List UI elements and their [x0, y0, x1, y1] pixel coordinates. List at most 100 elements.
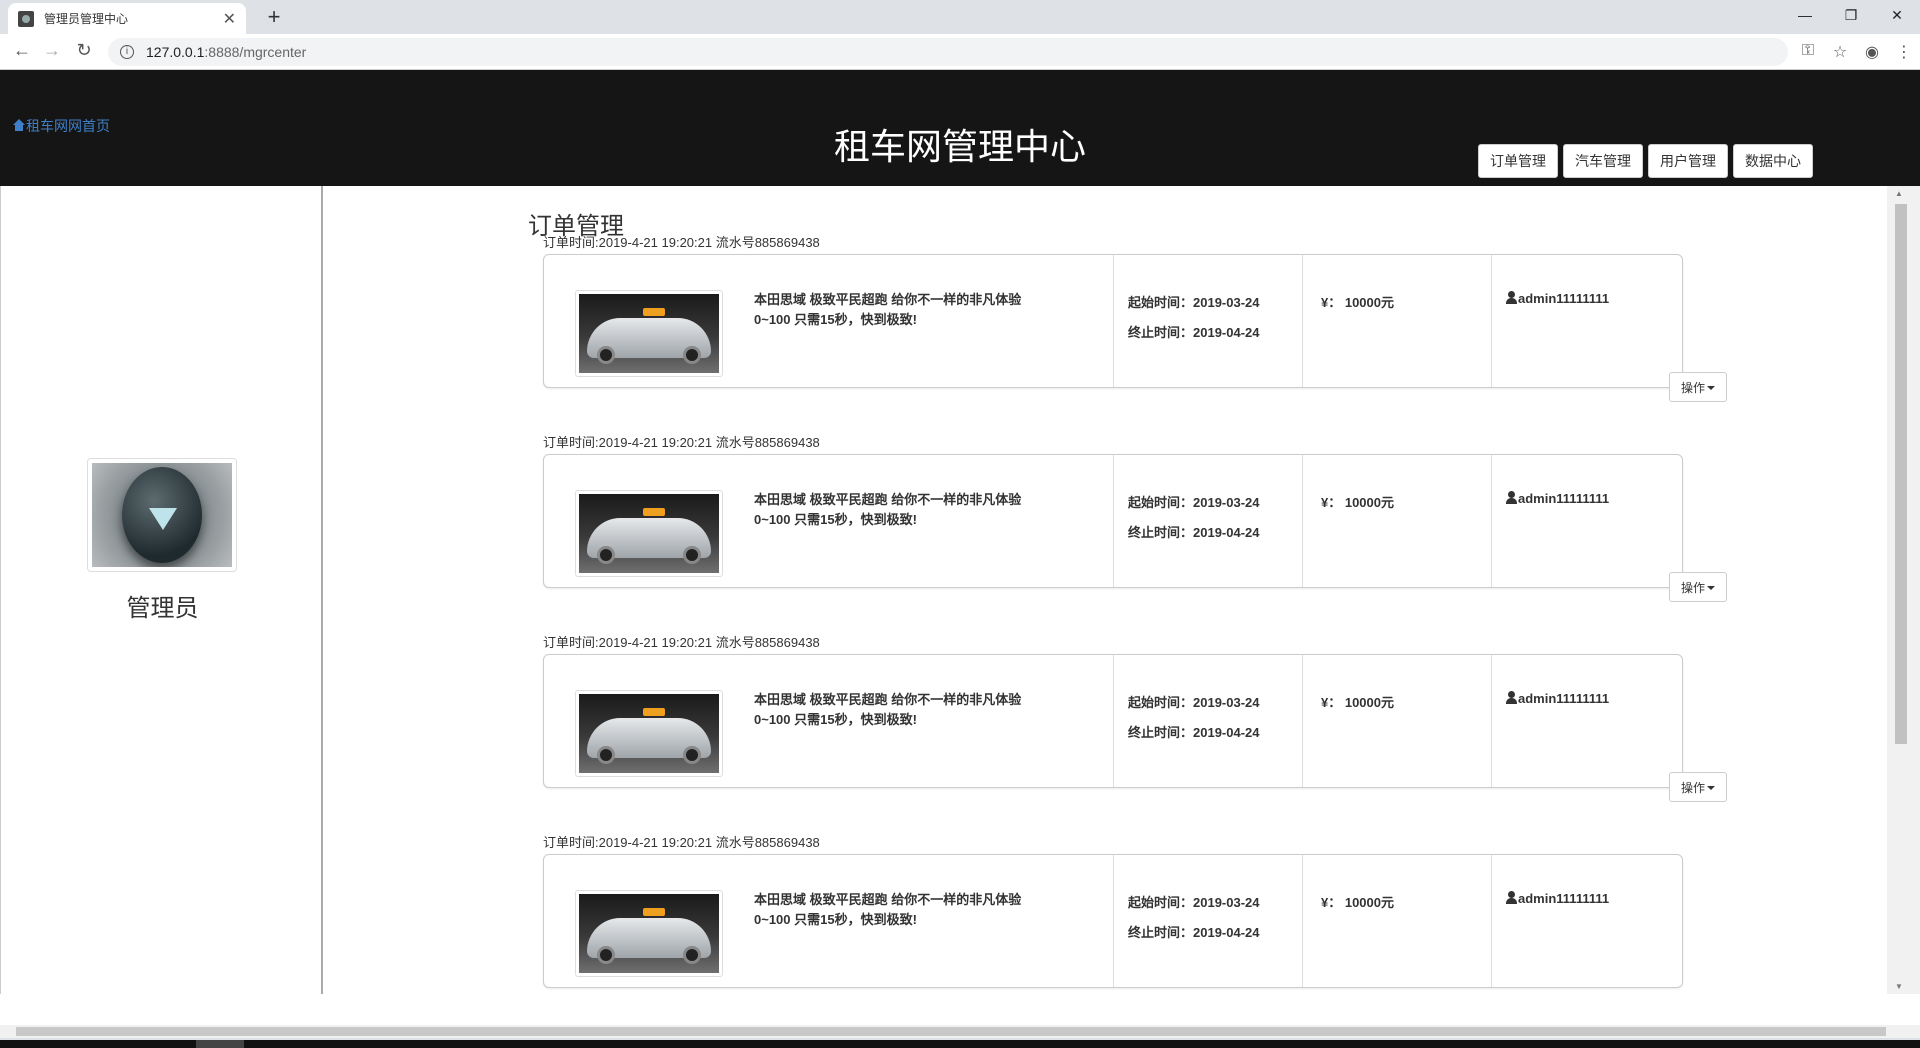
- order-meta: 订单时间:2019-4-21 19:20:21 流水号885869438: [543, 435, 820, 450]
- order-meta: 订单时间:2019-4-21 19:20:21 流水号885869438: [543, 635, 820, 650]
- nav-users-button[interactable]: 用户管理: [1648, 144, 1728, 178]
- end-time: 终止时间：2019-04-24: [1128, 925, 1260, 940]
- end-time: 终止时间：2019-04-24: [1128, 525, 1260, 540]
- browser-tab-strip: 管理员管理中心 ✕ + — ❐ ✕: [0, 0, 1920, 34]
- car-desc-line: 本田思域 极致平民超跑 给你不一样的非凡体验: [754, 892, 1022, 907]
- car-desc-line: 本田思域 极致平民超跑 给你不一样的非凡体验: [754, 492, 1022, 507]
- avatar-image: [92, 463, 232, 567]
- url-input[interactable]: i 127.0.0.1:8888/mgrcenter: [108, 38, 1788, 66]
- caret-down-icon: [1707, 785, 1715, 790]
- car-description: 本田思域 极致平民超跑 给你不一样的非凡体验 0~100 只需15秒，快到极致!: [754, 490, 1074, 530]
- caret-down-icon: [1707, 585, 1715, 590]
- browser-tab[interactable]: 管理员管理中心 ✕: [8, 3, 246, 34]
- taskbar: [0, 1040, 1920, 1048]
- order-card: 本田思域 极致平民超跑 给你不一样的非凡体验 0~100 只需15秒，快到极致! …: [543, 654, 1683, 788]
- order-user: admin11111111: [1518, 891, 1610, 906]
- car-desc-line: 0~100 只需15秒，快到极致!: [754, 512, 917, 527]
- scrollbar-thumb[interactable]: [1895, 204, 1907, 744]
- back-arrow-icon[interactable]: ←: [10, 40, 34, 61]
- order-price: ¥： 10000元: [1321, 495, 1394, 510]
- menu-icon[interactable]: ⋮: [1888, 42, 1920, 62]
- star-icon[interactable]: ☆: [1824, 42, 1856, 62]
- minimize-icon[interactable]: —: [1782, 0, 1828, 30]
- address-bar: ← → ↻ i 127.0.0.1:8888/mgrcenter ⚿ ☆ ◉ ⋮: [0, 34, 1920, 70]
- car-desc-line: 0~100 只需15秒，快到极致!: [754, 912, 917, 927]
- reload-icon[interactable]: ↻: [72, 40, 96, 61]
- url-host: 127.0.0.1: [146, 44, 205, 60]
- page-title-text: 租车网管理中心: [833, 126, 1086, 167]
- order-item: 订单时间:2019-4-21 19:20:21 流水号885869438 本田思…: [543, 434, 1683, 588]
- profile-icon[interactable]: ◉: [1856, 42, 1888, 62]
- order-meta: 订单时间:2019-4-21 19:20:21 流水号885869438: [543, 835, 820, 850]
- order-action-label: 操作: [1680, 780, 1705, 795]
- car-thumbnail[interactable]: [575, 290, 723, 377]
- url-path: :8888/mgrcenter: [204, 44, 307, 60]
- car-desc-line: 本田思域 极致平民超跑 给你不一样的非凡体验: [754, 292, 1022, 307]
- end-time: 终止时间：2019-04-24: [1128, 325, 1260, 340]
- avatar: [87, 458, 237, 572]
- order-card: 本田思域 极致平民超跑 给你不一样的非凡体验 0~100 只需15秒，快到极致! …: [543, 254, 1683, 388]
- restore-icon[interactable]: ❐: [1828, 0, 1874, 30]
- tab-close-icon[interactable]: ✕: [223, 9, 236, 29]
- car-thumbnail[interactable]: [575, 690, 723, 777]
- user-icon: [1506, 691, 1517, 704]
- order-action-dropdown[interactable]: 操作: [1669, 572, 1727, 602]
- horizontal-scrollbar-thumb[interactable]: [16, 1027, 1886, 1036]
- car-description: 本田思域 极致平民超跑 给你不一样的非凡体验 0~100 只需15秒，快到极致!: [754, 290, 1074, 330]
- start-time: 起始时间：2019-03-24: [1128, 495, 1260, 510]
- admin-name: 管理员: [126, 595, 199, 622]
- car-desc-line: 本田思域 极致平民超跑 给你不一样的非凡体验: [754, 692, 1022, 707]
- start-time: 起始时间：2019-03-24: [1128, 295, 1260, 310]
- key-icon[interactable]: ⚿: [1792, 42, 1824, 62]
- order-action-label: 操作: [1680, 580, 1705, 595]
- start-time: 起始时间：2019-03-24: [1128, 695, 1260, 710]
- caret-down-icon: [1707, 385, 1715, 390]
- car-description: 本田思域 极致平民超跑 给你不一样的非凡体验 0~100 只需15秒，快到极致!: [754, 690, 1074, 730]
- car-description: 本田思域 极致平民超跑 给你不一样的非凡体验 0~100 只需15秒，快到极致!: [754, 890, 1074, 930]
- page-viewport: 租车网网首页 租车网管理中心 订单管理 汽车管理 用户管理 数据中心 管理员 订…: [0, 70, 1920, 1025]
- vertical-scrollbar[interactable]: ▲ ▼: [1887, 186, 1920, 994]
- order-user: admin11111111: [1518, 691, 1610, 706]
- nav-orders-button[interactable]: 订单管理: [1478, 144, 1558, 178]
- scroll-down-icon[interactable]: ▼: [1895, 982, 1903, 991]
- main-content: 订单管理 订单时间:2019-4-21 19:20:21 流水号88586943…: [325, 186, 1887, 994]
- horizontal-scrollbar[interactable]: [0, 1025, 1920, 1038]
- site-favicon-icon: [18, 10, 34, 27]
- user-icon: [1506, 291, 1517, 304]
- end-time: 终止时间：2019-04-24: [1128, 725, 1260, 740]
- order-user: admin11111111: [1518, 291, 1610, 306]
- order-price: ¥： 10000元: [1321, 895, 1394, 910]
- start-time: 起始时间：2019-03-24: [1128, 895, 1260, 910]
- tab-title: 管理员管理中心: [44, 12, 129, 26]
- nav-data-center-button[interactable]: 数据中心: [1733, 144, 1813, 178]
- car-desc-line: 0~100 只需15秒，快到极致!: [754, 712, 917, 727]
- info-icon[interactable]: i: [120, 45, 134, 59]
- order-user: admin11111111: [1518, 491, 1610, 506]
- order-item: 订单时间:2019-4-21 19:20:21 流水号885869438 本田思…: [543, 834, 1683, 988]
- order-meta: 订单时间:2019-4-21 19:20:21 流水号885869438: [543, 235, 820, 250]
- order-item: 订单时间:2019-4-21 19:20:21 流水号885869438 本田思…: [543, 234, 1683, 388]
- order-action-dropdown[interactable]: 操作: [1669, 772, 1727, 802]
- order-card: 本田思域 极致平民超跑 给你不一样的非凡体验 0~100 只需15秒，快到极致! …: [543, 454, 1683, 588]
- address-bar-actions: ⚿ ☆ ◉ ⋮: [1792, 42, 1920, 62]
- sidebar: 管理员: [0, 186, 323, 994]
- forward-arrow-icon[interactable]: →: [40, 40, 64, 61]
- car-thumbnail[interactable]: [575, 890, 723, 977]
- order-action-label: 操作: [1680, 380, 1705, 395]
- scroll-up-icon[interactable]: ▲: [1895, 189, 1903, 198]
- nav-cars-button[interactable]: 汽车管理: [1563, 144, 1643, 178]
- order-price: ¥： 10000元: [1321, 295, 1394, 310]
- window-controls: — ❐ ✕: [1782, 0, 1920, 30]
- site-header: 租车网网首页 租车网管理中心 订单管理 汽车管理 用户管理 数据中心: [0, 70, 1920, 186]
- car-desc-line: 0~100 只需15秒，快到极致!: [754, 312, 917, 327]
- order-item: 订单时间:2019-4-21 19:20:21 流水号885869438 本田思…: [543, 634, 1683, 788]
- window-close-icon[interactable]: ✕: [1874, 0, 1920, 30]
- order-price: ¥： 10000元: [1321, 695, 1394, 710]
- user-icon: [1506, 491, 1517, 504]
- admin-nav: 订单管理 汽车管理 用户管理 数据中心: [1478, 144, 1818, 178]
- order-action-dropdown[interactable]: 操作: [1669, 372, 1727, 402]
- new-tab-button[interactable]: +: [260, 5, 288, 29]
- car-thumbnail[interactable]: [575, 490, 723, 577]
- order-card: 本田思域 极致平民超跑 给你不一样的非凡体验 0~100 只需15秒，快到极致! …: [543, 854, 1683, 988]
- user-icon: [1506, 891, 1517, 904]
